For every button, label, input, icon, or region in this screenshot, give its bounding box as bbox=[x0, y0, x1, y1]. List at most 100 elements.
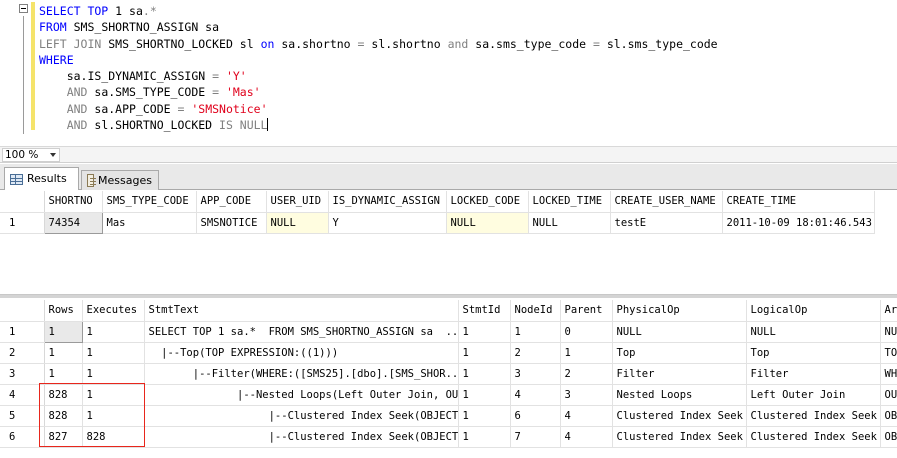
grid-cell[interactable]: NULL bbox=[446, 212, 529, 234]
grid-cell[interactable]: |--Filter(WHERE:([SMS25].[dbo].[SMS_SHOR… bbox=[144, 363, 459, 385]
column-header[interactable]: IS_DYNAMIC_ASSIGN bbox=[328, 191, 447, 213]
tab-results[interactable]: Results bbox=[4, 167, 79, 190]
grid-cell[interactable]: WH bbox=[880, 363, 897, 385]
grid-cell[interactable]: 2 bbox=[560, 363, 613, 385]
row-number[interactable]: 6 bbox=[0, 426, 45, 448]
grid-cell[interactable]: |--Top(TOP EXPRESSION:((1))) bbox=[144, 342, 459, 364]
column-header[interactable]: StmtText bbox=[144, 300, 459, 322]
grid-cell[interactable]: 1 bbox=[82, 405, 145, 427]
sql-line[interactable]: AND sa.SMS_TYPE_CODE = 'Mas' bbox=[39, 84, 718, 100]
row-number[interactable]: 5 bbox=[0, 405, 45, 427]
row-number[interactable]: 3 bbox=[0, 363, 45, 385]
grid-cell[interactable]: 1 bbox=[458, 426, 511, 448]
grid-cell[interactable]: 74354 bbox=[43, 211, 103, 234]
column-header[interactable]: Parent bbox=[560, 300, 613, 322]
grid-cell[interactable]: 7 bbox=[510, 426, 561, 448]
table-row[interactable]: 6 827 828 |--Clustered Index Seek(OBJECT..… bbox=[0, 426, 897, 448]
grid-cell[interactable]: 1 bbox=[458, 363, 511, 385]
grid-cell[interactable]: 1 bbox=[510, 321, 561, 343]
grid-cell[interactable]: NU bbox=[880, 321, 897, 343]
grid-cell[interactable]: NULL bbox=[266, 212, 329, 234]
column-header[interactable]: Executes bbox=[82, 300, 145, 322]
grid-cell[interactable]: 1 bbox=[82, 384, 145, 406]
column-header[interactable]: LOCKED_CODE bbox=[446, 191, 529, 213]
grid-cell[interactable]: 1 bbox=[458, 405, 511, 427]
grid-cell[interactable]: 3 bbox=[510, 363, 561, 385]
sql-line[interactable]: sa.IS_DYNAMIC_ASSIGN = 'Y' bbox=[39, 68, 718, 84]
column-header[interactable]: StmtId bbox=[458, 300, 511, 322]
grid-cell[interactable]: Clustered Index Seek bbox=[746, 426, 881, 448]
grid-cell[interactable]: 1 bbox=[458, 342, 511, 364]
column-header[interactable]: Rows bbox=[44, 300, 83, 322]
grid-cell[interactable]: Nested Loops bbox=[612, 384, 747, 406]
grid-cell[interactable]: 828 bbox=[82, 426, 145, 448]
tab-messages[interactable]: Messages bbox=[81, 170, 159, 190]
grid-cell[interactable]: NULL bbox=[612, 321, 747, 343]
grid-cell[interactable]: |--Nested Loops(Left Outer Join, OU... bbox=[144, 384, 459, 406]
column-header[interactable]: CREATE_USER_NAME bbox=[610, 191, 723, 213]
zoom-select[interactable]: 100 % bbox=[2, 148, 60, 162]
table-row[interactable]: 311 |--Filter(WHERE:([SMS25].[dbo].[SMS_… bbox=[0, 363, 897, 385]
grid-cell[interactable]: SMSNOTICE bbox=[196, 212, 267, 234]
horizontal-scrollbar[interactable] bbox=[64, 150, 894, 160]
sql-line[interactable]: AND sa.APP_CODE = 'SMSNotice' bbox=[39, 101, 718, 117]
grid-cell[interactable]: 1 bbox=[560, 342, 613, 364]
table-row[interactable]: 4 828 1 |--Nested Loops(Left Outer Join, O… bbox=[0, 384, 897, 406]
collapse-toggle-icon[interactable] bbox=[19, 4, 28, 13]
grid-cell[interactable]: Left Outer Join bbox=[746, 384, 881, 406]
column-header[interactable]: LogicalOp bbox=[746, 300, 881, 322]
grid-cell[interactable]: Filter bbox=[746, 363, 881, 385]
grid-cell[interactable]: OB bbox=[880, 405, 897, 427]
grid-cell[interactable]: 0 bbox=[560, 321, 613, 343]
column-header[interactable]: SMS_TYPE_CODE bbox=[102, 191, 197, 213]
column-header[interactable]: SHORTNO bbox=[44, 191, 103, 213]
grid-cell[interactable]: 828 bbox=[44, 405, 83, 427]
grid-cell[interactable]: 3 bbox=[560, 384, 613, 406]
grid-cell[interactable]: 1 bbox=[44, 342, 83, 364]
grid-cell[interactable]: Clustered Index Seek bbox=[612, 426, 747, 448]
grid-cell[interactable]: SELECT TOP 1 sa.* FROM SMS_SHORTNO_ASSIG… bbox=[144, 321, 459, 343]
grid-cell[interactable]: Top bbox=[746, 342, 881, 364]
sql-line[interactable]: LEFT JOIN SMS_SHORTNO_LOCKED sl on sa.sh… bbox=[39, 36, 718, 52]
grid-cell[interactable]: 4 bbox=[560, 426, 613, 448]
row-number-header[interactable] bbox=[0, 300, 45, 322]
sql-code-text[interactable]: SELECT TOP 1 sa.* FROM SMS_SHORTNO_ASSIGN… bbox=[39, 3, 718, 133]
row-number[interactable]: 2 bbox=[0, 342, 45, 364]
grid-cell[interactable]: 1 bbox=[82, 321, 145, 343]
sql-line[interactable]: WHERE bbox=[39, 52, 718, 68]
grid-cell[interactable]: 4 bbox=[560, 405, 613, 427]
grid-cell[interactable]: 4 bbox=[510, 384, 561, 406]
column-header[interactable]: NodeId bbox=[510, 300, 561, 322]
grid-cell[interactable]: 827 bbox=[44, 426, 83, 448]
sql-line[interactable]: AND sl.SHORTNO_LOCKED IS NULL bbox=[39, 117, 718, 133]
grid-cell[interactable]: OU bbox=[880, 384, 897, 406]
grid-cell[interactable]: 1 bbox=[44, 363, 83, 385]
grid-cell[interactable]: |--Clustered Index Seek(OBJECT... bbox=[144, 405, 459, 427]
grid-cell[interactable]: TO bbox=[880, 342, 897, 364]
grid-cell[interactable]: 1 bbox=[458, 321, 511, 343]
table-row[interactable]: 5 828 1 |--Clustered Index Seek(OBJECT... 1… bbox=[0, 405, 897, 427]
sql-line[interactable]: FROM SMS_SHORTNO_ASSIGN sa bbox=[39, 19, 718, 35]
grid-cell[interactable]: |--Clustered Index Seek(OBJECT... bbox=[144, 426, 459, 448]
grid-cell[interactable]: Mas bbox=[102, 212, 197, 234]
grid-cell[interactable]: 2011-10-09 18:01:46.543 bbox=[722, 212, 875, 234]
sql-line[interactable]: SELECT TOP 1 sa.* bbox=[39, 3, 718, 19]
grid-cell[interactable]: NULL bbox=[528, 212, 611, 234]
grid-cell[interactable]: 6 bbox=[510, 405, 561, 427]
grid-cell[interactable]: 1 bbox=[82, 363, 145, 385]
column-header[interactable]: Ar bbox=[880, 300, 897, 322]
row-number-header[interactable] bbox=[0, 191, 45, 213]
column-header[interactable]: PhysicalOp bbox=[612, 300, 747, 322]
grid-cell[interactable]: OB bbox=[880, 426, 897, 448]
row-number[interactable]: 1 bbox=[0, 212, 45, 234]
chevron-down-icon[interactable] bbox=[50, 153, 56, 157]
table-row[interactable]: 1 1 1 SELECT TOP 1 sa.* FROM SMS_SHORTNO_AS… bbox=[0, 320, 897, 343]
grid-cell[interactable]: NULL bbox=[746, 321, 881, 343]
table-row[interactable]: 1 74354 Mas SMSNOTICE NULL Y NULL NULL testE 2011… bbox=[0, 211, 875, 234]
grid-cell[interactable]: 828 bbox=[44, 384, 83, 406]
grid-cell[interactable]: Top bbox=[612, 342, 747, 364]
grid-cell[interactable]: Clustered Index Seek bbox=[612, 405, 747, 427]
grid-cell[interactable]: Clustered Index Seek bbox=[746, 405, 881, 427]
row-number[interactable]: 1 bbox=[0, 321, 45, 343]
grid-cell[interactable]: 1 bbox=[43, 320, 83, 343]
